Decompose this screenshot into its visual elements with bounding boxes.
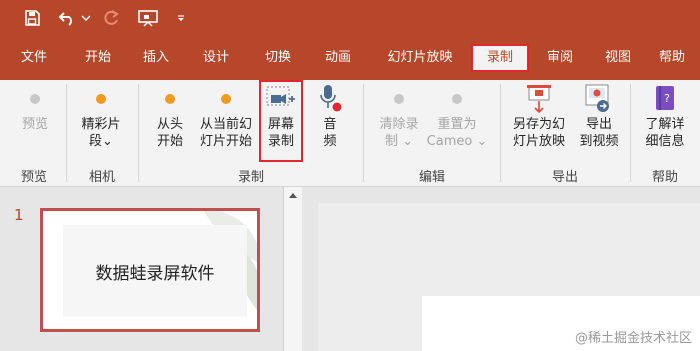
learn-more-button[interactable]: ? 了解详 细信息 (638, 84, 692, 150)
save-as-show-label: 另存为幻 灯片放映 (512, 117, 565, 149)
watermark: @稀土掘金技术社区 (574, 331, 692, 346)
group-divider (500, 84, 501, 182)
record-from-start-label: 从头 开始 (156, 117, 183, 149)
group-divider (630, 84, 631, 182)
slide-title-box: 数据蛙录屏软件 (63, 225, 247, 317)
save-as-show-button[interactable]: 另存为幻 灯片放映 (506, 84, 572, 150)
ribbon-tabs: 文件 开始 插入 设计 切换 动画 幻灯片放映 录制 审阅 视图 帮助 (0, 36, 700, 80)
customize-icon[interactable] (174, 8, 188, 28)
export-video-icon (576, 84, 622, 114)
preview-button[interactable]: 预览 (12, 84, 58, 133)
audio-label: 音 频 (323, 117, 337, 149)
export-video-label: 导出 到视频 (579, 117, 619, 149)
undo-dropdown-icon[interactable] (80, 8, 92, 28)
reset-dot-icon (452, 94, 462, 104)
learn-more-label: 了解详 细信息 (645, 117, 685, 149)
record-from-current-button[interactable]: 从当前幻 灯片开始 (194, 84, 258, 150)
title-bar (0, 0, 700, 36)
tab-file[interactable]: 文件 (12, 44, 56, 72)
slide-number: 1 (14, 206, 24, 224)
cameo-label: 精彩片 段⌄ (81, 117, 121, 149)
ribbon-panel: 预览 精彩片 段⌄ 从头 开始 从当前幻 灯片开始 屏幕 录制 音 频 清除录 … (0, 80, 700, 187)
tab-help[interactable]: 帮助 (650, 44, 694, 72)
clear-dot-icon (394, 94, 404, 104)
group-label-help: 帮助 (651, 170, 678, 185)
tab-animations[interactable]: 动画 (316, 44, 360, 72)
clear-recording-label: 清除录 制 ⌄ (379, 117, 419, 149)
export-video-button[interactable]: 导出 到视频 (576, 84, 622, 150)
slideshow-icon[interactable] (136, 8, 160, 28)
svg-text:?: ? (664, 92, 670, 105)
group-label-edit: 编辑 (418, 170, 445, 185)
audio-button[interactable]: 音 频 (310, 84, 350, 150)
group-label-camera: 相机 (88, 170, 115, 185)
record-from-current-label: 从当前幻 灯片开始 (199, 117, 252, 149)
group-divider (66, 84, 67, 182)
slide-thumbnail[interactable]: 数据蛙录屏软件 (40, 208, 260, 332)
record-dot-icon (221, 94, 231, 104)
cameo-dot-icon (96, 94, 106, 104)
group-label-preview: 预览 (20, 170, 47, 185)
group-label-export: 导出 (551, 170, 578, 185)
undo-icon[interactable] (56, 8, 78, 28)
tab-slideshow[interactable]: 幻灯片放映 (378, 44, 462, 72)
scroll-up-icon[interactable] (289, 193, 297, 198)
redo-icon[interactable] (100, 8, 122, 28)
save-icon[interactable] (22, 8, 42, 28)
preview-dot-icon (30, 94, 40, 104)
record-dot-icon (165, 94, 175, 104)
tab-review[interactable]: 审阅 (538, 44, 582, 72)
tab-recording[interactable]: 录制 (471, 44, 529, 72)
tab-transitions[interactable]: 切换 (256, 44, 300, 72)
reset-cameo-label: 重置为 Cameo ⌄ (426, 117, 488, 149)
slides-scrollbar[interactable] (283, 187, 302, 351)
tab-home[interactable]: 开始 (76, 44, 120, 72)
book-icon: ? (638, 84, 692, 114)
tab-design[interactable]: 设计 (194, 44, 238, 72)
reset-cameo-button[interactable]: 重置为 Cameo ⌄ (424, 84, 490, 150)
cameo-button[interactable]: 精彩片 段⌄ (74, 84, 128, 150)
slide-title-text: 数据蛙录屏软件 (95, 264, 215, 284)
save-as-show-icon (506, 84, 572, 114)
group-label-record: 录制 (237, 170, 264, 185)
screen-recording-highlight (259, 80, 303, 162)
record-from-start-button[interactable]: 从头 开始 (146, 84, 194, 150)
group-divider (363, 84, 364, 182)
group-divider (138, 84, 139, 182)
tab-insert[interactable]: 插入 (134, 44, 178, 72)
tab-view[interactable]: 视图 (596, 44, 640, 72)
preview-label: 预览 (21, 117, 48, 132)
clear-recording-button[interactable]: 清除录 制 ⌄ (372, 84, 426, 150)
microphone-icon (310, 84, 350, 114)
